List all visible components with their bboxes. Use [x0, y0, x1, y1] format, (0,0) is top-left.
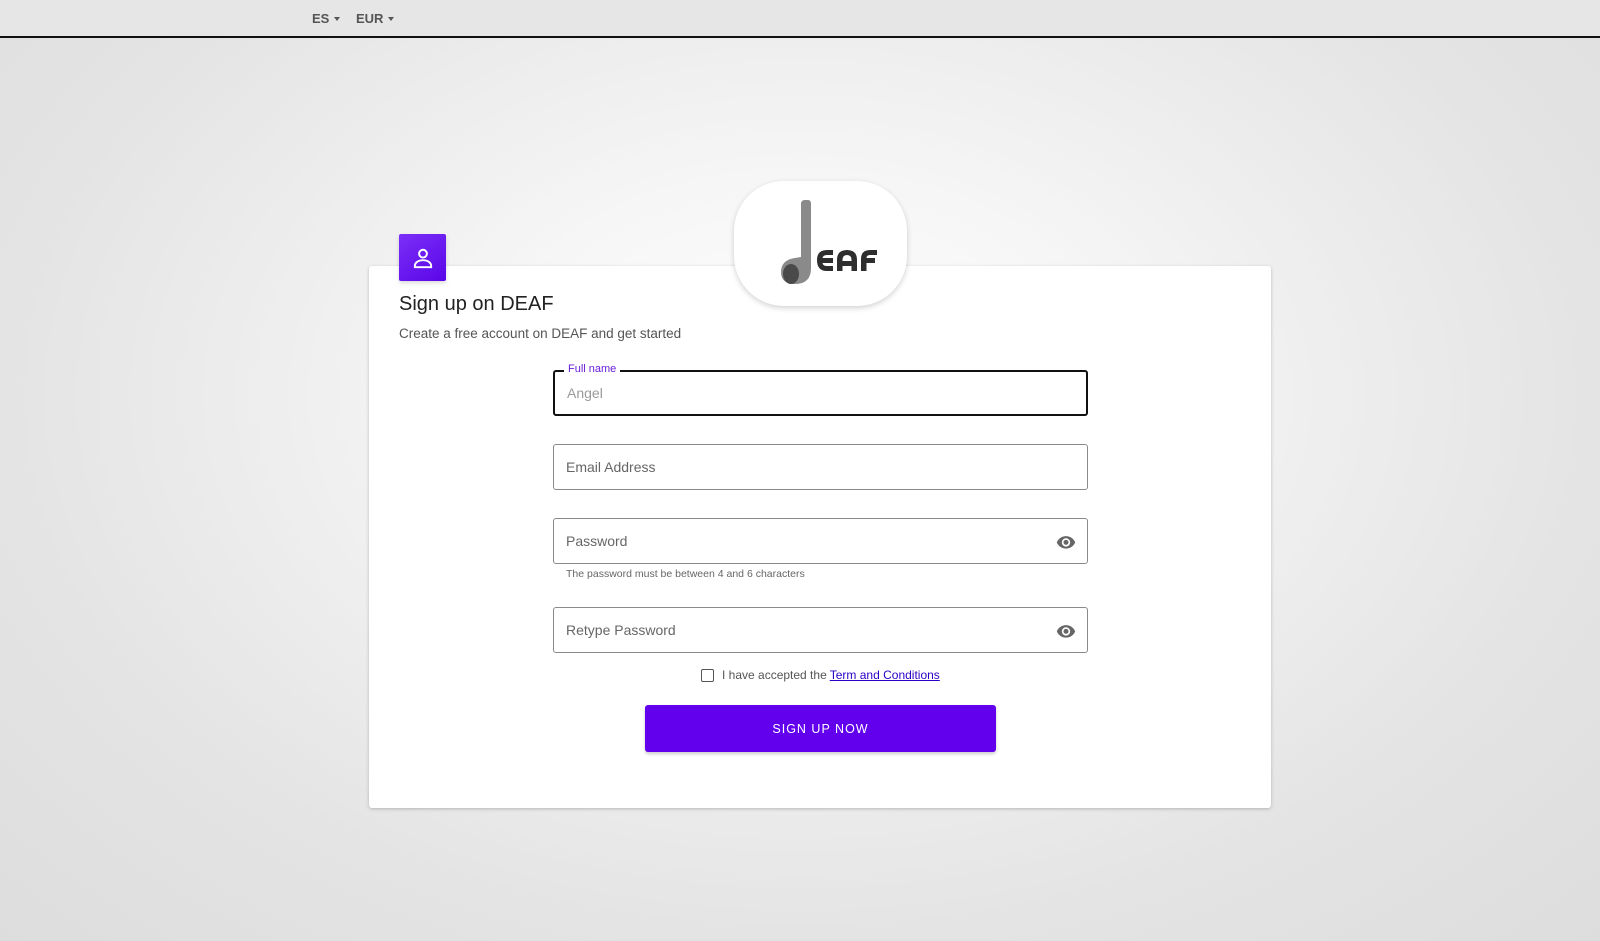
deaf-logo-mark [780, 199, 877, 284]
brand-logo [734, 181, 907, 306]
language-value: ES [312, 11, 330, 26]
caret-down-icon [334, 17, 341, 21]
terms-checkbox[interactable] [701, 668, 714, 682]
password-field[interactable] [553, 518, 1088, 564]
retype-password-field[interactable] [553, 607, 1088, 653]
email-input[interactable] [566, 445, 1036, 489]
sign-up-button[interactable]: SIGN UP NOW [645, 705, 996, 752]
terms-row: I have accepted the Term and Conditions [701, 668, 940, 682]
password-input[interactable] [566, 519, 1036, 563]
terms-link[interactable]: Term and Conditions [830, 668, 940, 682]
eye-icon[interactable] [1056, 532, 1076, 552]
currency-value: EUR [356, 11, 384, 26]
retype-password-input[interactable] [566, 608, 1036, 652]
terms-text: I have accepted the [722, 668, 827, 682]
password-hint: The password must be between 4 and 6 cha… [566, 568, 805, 580]
page-subtitle: Create a free account on DEAF and get st… [399, 326, 682, 341]
currency-selector[interactable]: EUR [356, 11, 395, 26]
email-field[interactable] [553, 444, 1088, 490]
eye-icon[interactable] [1056, 621, 1076, 641]
full-name-input[interactable] [567, 372, 1037, 414]
language-selector[interactable]: ES [312, 11, 341, 26]
top-bar: ES EUR [0, 0, 1600, 38]
user-icon [413, 248, 432, 268]
full-name-field[interactable]: Full name [553, 363, 1088, 416]
card-header-icon [399, 234, 446, 281]
caret-down-icon [388, 17, 395, 21]
page-title: Sign up on DEAF [399, 293, 554, 315]
